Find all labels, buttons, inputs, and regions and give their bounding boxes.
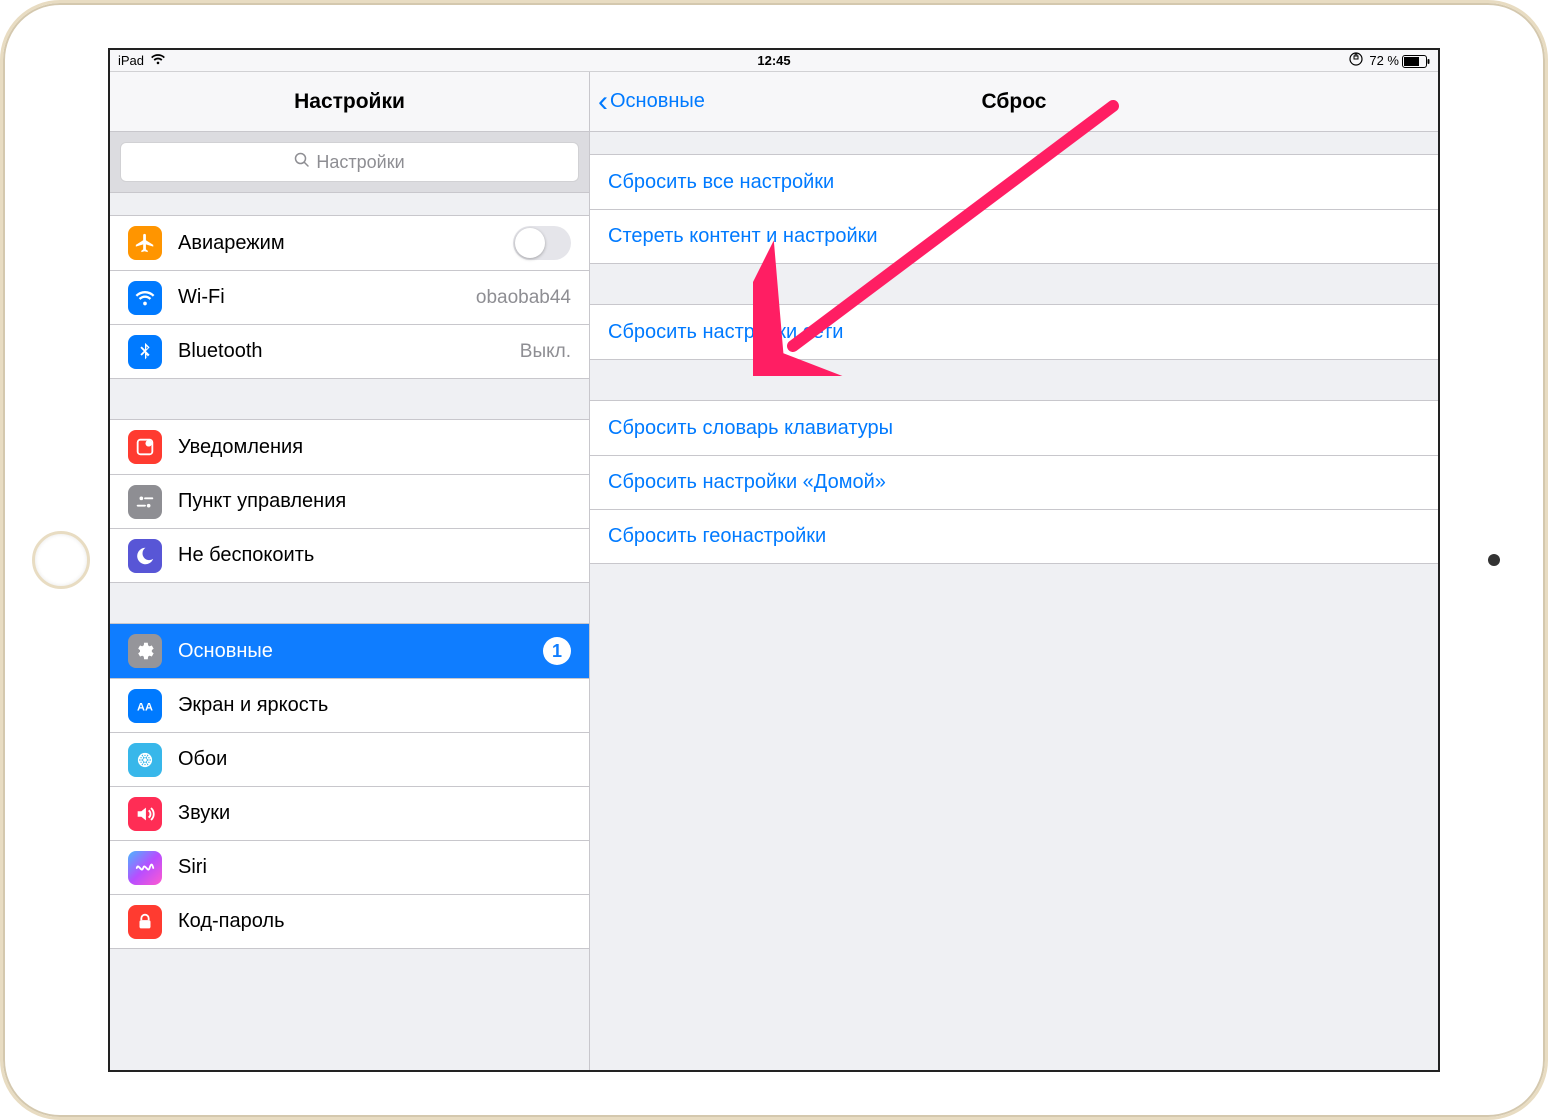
- search-wrap: Настройки: [110, 132, 589, 193]
- erase-content[interactable]: Стереть контент и настройки: [590, 209, 1438, 263]
- search-placeholder: Настройки: [316, 152, 404, 173]
- list-item-label: Сбросить настройки «Домой»: [608, 471, 1420, 494]
- list-item-label: Сбросить словарь клавиатуры: [608, 417, 1420, 440]
- reset-network-settings[interactable]: Сбросить настройки сети: [590, 305, 1438, 359]
- detail-header: ‹ Основные Сброс: [590, 72, 1438, 132]
- home-button[interactable]: [32, 531, 90, 589]
- list-item-label: Сбросить настройки сети: [608, 321, 1420, 344]
- control-center-icon: [128, 485, 162, 519]
- sidebar-item-siri[interactable]: Siri: [110, 840, 589, 894]
- reset-keyboard-dictionary[interactable]: Сбросить словарь клавиатуры: [590, 401, 1438, 455]
- sidebar-item-label: Авиарежим: [178, 232, 513, 255]
- sidebar-item-general[interactable]: Основные 1: [110, 624, 589, 678]
- sidebar-item-dnd[interactable]: Не беспокоить: [110, 528, 589, 582]
- sidebar-item-label: Основные: [178, 640, 543, 663]
- reset-home-layout[interactable]: Сбросить настройки «Домой»: [590, 455, 1438, 509]
- general-icon: [128, 634, 162, 668]
- list-group: Уведомления Пункт управления Не беспокои…: [110, 419, 589, 583]
- sidebar-item-label: Уведомления: [178, 436, 571, 459]
- notifications-icon: [128, 430, 162, 464]
- sidebar-item-label: Звуки: [178, 802, 571, 825]
- badge-count: 1: [543, 637, 571, 665]
- camera: [1488, 554, 1500, 566]
- sidebar-title: Настройки: [110, 72, 589, 132]
- search-icon: [294, 152, 310, 173]
- back-button[interactable]: ‹ Основные: [598, 72, 705, 131]
- sidebar-item-display[interactable]: AA Экран и яркость: [110, 678, 589, 732]
- detail-title: Сброс: [982, 90, 1047, 114]
- list-item-label: Сбросить все настройки: [608, 171, 1420, 194]
- passcode-icon: [128, 905, 162, 939]
- screen: iPad 12:45 72 % Настройки: [108, 48, 1440, 1072]
- reset-all-settings[interactable]: Сбросить все настройки: [590, 155, 1438, 209]
- battery-text: 72 %: [1369, 53, 1399, 68]
- detail-pane: ‹ Основные Сброс Сбросить все настройки …: [590, 72, 1438, 1070]
- sidebar-item-label: Экран и яркость: [178, 694, 571, 717]
- airplane-toggle[interactable]: [513, 226, 571, 260]
- settings-sidebar: Настройки Настройки Авиарежим: [110, 72, 590, 1070]
- display-icon: AA: [128, 689, 162, 723]
- reset-group-2: Сбросить настройки сети: [590, 304, 1438, 360]
- wifi-value: obaobab44: [476, 287, 571, 309]
- sidebar-item-label: Siri: [178, 856, 571, 879]
- airplane-icon: [128, 226, 162, 260]
- wallpaper-icon: [128, 743, 162, 777]
- battery-icon: [1402, 53, 1430, 68]
- bluetooth-icon: [128, 335, 162, 369]
- sidebar-item-label: Не беспокоить: [178, 544, 571, 567]
- dnd-icon: [128, 539, 162, 573]
- status-bar: iPad 12:45 72 %: [110, 50, 1438, 72]
- list-item-label: Стереть контент и настройки: [608, 225, 1420, 248]
- wifi-icon: [150, 53, 166, 68]
- back-label: Основные: [610, 90, 705, 113]
- sidebar-item-airplane[interactable]: Авиарежим: [110, 216, 589, 270]
- sidebar-item-label: Bluetooth: [178, 340, 520, 363]
- reset-group-1: Сбросить все настройки Стереть контент и…: [590, 154, 1438, 264]
- svg-text:AA: AA: [137, 701, 153, 713]
- sounds-icon: [128, 797, 162, 831]
- sidebar-item-control-center[interactable]: Пункт управления: [110, 474, 589, 528]
- list-item-label: Сбросить геонастройки: [608, 525, 1420, 548]
- sidebar-item-wifi[interactable]: Wi-Fi obaobab44: [110, 270, 589, 324]
- sidebar-item-bluetooth[interactable]: Bluetooth Выкл.: [110, 324, 589, 378]
- search-input[interactable]: Настройки: [120, 142, 579, 182]
- sidebar-item-notifications[interactable]: Уведомления: [110, 420, 589, 474]
- reset-group-3: Сбросить словарь клавиатуры Сбросить нас…: [590, 400, 1438, 564]
- sidebar-item-label: Обои: [178, 748, 571, 771]
- sidebar-item-label: Wi-Fi: [178, 286, 476, 309]
- rotation-lock-icon: [1349, 52, 1363, 69]
- sidebar-item-sounds[interactable]: Звуки: [110, 786, 589, 840]
- device-label: iPad: [118, 53, 144, 68]
- bluetooth-value: Выкл.: [520, 341, 571, 363]
- sidebar-item-wallpaper[interactable]: Обои: [110, 732, 589, 786]
- chevron-left-icon: ‹: [598, 87, 608, 117]
- wifi-settings-icon: [128, 281, 162, 315]
- list-group: Основные 1 AA Экран и яркость Обои: [110, 623, 589, 949]
- reset-location[interactable]: Сбросить геонастройки: [590, 509, 1438, 563]
- sidebar-item-label: Пункт управления: [178, 490, 571, 513]
- sidebar-item-label: Код-пароль: [178, 910, 571, 933]
- status-time: 12:45: [757, 53, 790, 68]
- siri-icon: [128, 851, 162, 885]
- list-group: Авиарежим Wi-Fi obaobab44 Bluetooth Выкл…: [110, 215, 589, 379]
- sidebar-item-passcode[interactable]: Код-пароль: [110, 894, 589, 948]
